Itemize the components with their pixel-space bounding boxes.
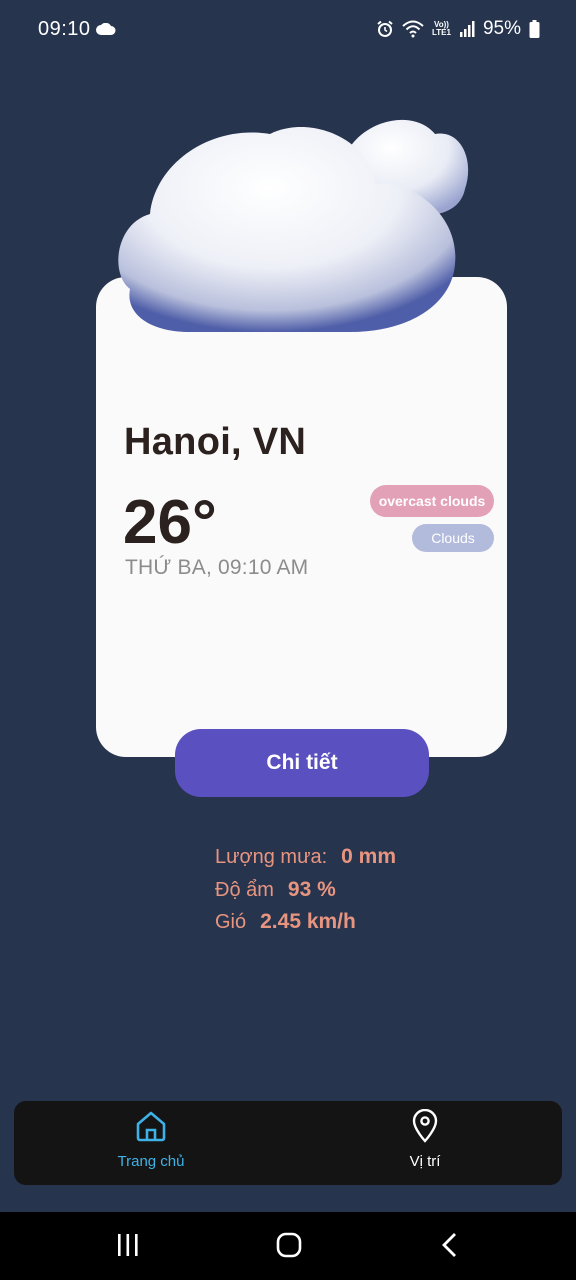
humidity-value: 93 % [287,878,336,901]
date-time: THỨ BA, 09:10 AM [125,556,309,579]
back-icon[interactable] [440,1232,460,1263]
volte-icon: Vo)) LTE1 [432,20,451,37]
signal-icon [459,21,475,37]
humidity-row: Độ ẩm 93 % [215,878,336,902]
bottom-navigation: Trang chủ Vị trí [14,1101,562,1185]
battery-percent: 95% [482,18,521,39]
temperature: 26° [123,488,217,557]
cloud-icon [96,22,116,40]
cloud-illustration [118,119,469,332]
wind-row: Gió 2.45 km/h [215,910,356,934]
wifi-icon [402,20,424,38]
detail-button[interactable]: Chi tiết [175,729,429,797]
location-pin-icon [412,1109,438,1143]
humidity-label: Độ ẩm [215,879,274,901]
system-navigation-bar [0,1212,576,1280]
wind-label: Gió [215,911,247,933]
rain-label: Lượng mưa: [215,846,328,868]
battery-icon [529,20,540,38]
nav-item-home[interactable]: Trang chủ [51,1101,251,1185]
recent-apps-icon[interactable] [116,1232,140,1263]
nav-item-location[interactable]: Vị trí [325,1101,525,1185]
rain-value: 0 mm [341,845,397,868]
rain-row: Lượng mưa: 0 mm [215,845,396,869]
weather-description-chip: overcast clouds [370,485,494,517]
weather-main-chip: Clouds [412,524,494,552]
nav-label-location: Vị trí [409,1153,441,1170]
status-time: 09:10 [38,18,91,40]
home-system-icon[interactable] [276,1232,302,1263]
home-icon [136,1111,166,1142]
nav-label-home: Trang chủ [117,1153,185,1170]
wind-value: 2.45 km/h [260,910,356,933]
status-icons: Vo)) LTE1 95% [376,18,540,40]
alarm-icon [376,20,394,38]
status-bar: 09:10 Vo)) LTE1 95% [0,0,576,60]
city-name: Hanoi, VN [124,421,307,463]
